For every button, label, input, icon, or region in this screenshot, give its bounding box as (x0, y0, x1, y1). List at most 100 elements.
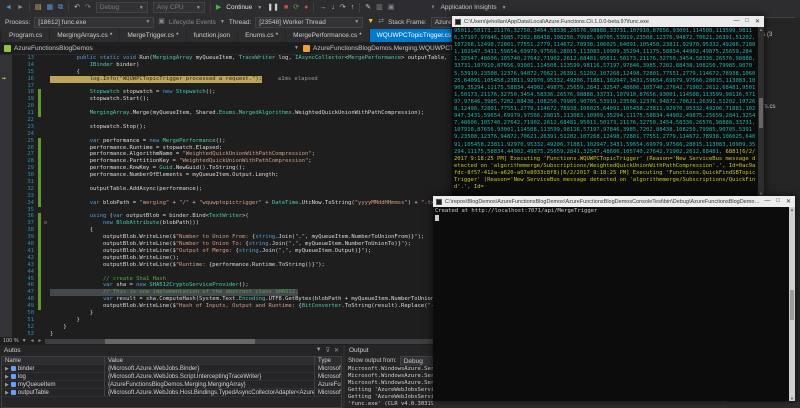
fold-margin[interactable] (41, 76, 50, 83)
zoom-dropdown-caret[interactable]: ▼ (22, 338, 27, 344)
fold-margin[interactable] (41, 158, 50, 165)
fold-margin[interactable] (41, 89, 50, 96)
fold-margin[interactable] (41, 255, 50, 262)
fold-margin[interactable] (41, 248, 50, 255)
console1-title-bar[interactable]: C:\Users\jehollan\AppData\Local\Azure.Fu… (452, 16, 764, 27)
restart-icon[interactable]: ⟳ (293, 4, 299, 12)
code-text[interactable]: var performance = new MergePerformance()… (50, 138, 226, 145)
pin-icon[interactable]: ⊽ (326, 347, 330, 354)
fold-margin[interactable]: ⊟ (41, 220, 50, 227)
fold-margin[interactable] (41, 117, 50, 124)
fold-margin[interactable] (41, 138, 50, 145)
application-insights-caret[interactable]: ▼ (502, 5, 507, 11)
bookmark-icon[interactable]: ▣ (388, 4, 395, 12)
expand-icon[interactable]: ▶ (5, 373, 9, 380)
code-text[interactable]: performance.PartitionKey = "WeightedQuic… (50, 158, 312, 165)
code-text[interactable]: stopwatch.Start(); (50, 96, 149, 103)
code-text[interactable]: outputBlob.WriteLine(); (50, 255, 179, 262)
continue-dropdown-caret[interactable]: ▼ (257, 5, 262, 11)
code-text[interactable]: outputBlob.WriteLine($"Number to Union T… (50, 241, 411, 248)
project-dropdown[interactable]: AzureFunctionsBlogDemos ▼ (4, 45, 299, 52)
code-text[interactable]: performance.RowKey = Guid.NewGuid().ToSt… (50, 165, 245, 172)
flag-threads-icon[interactable]: ⇄ (378, 18, 384, 26)
fold-margin[interactable] (41, 193, 50, 200)
editor-zoom-level[interactable]: 100 % (3, 338, 19, 344)
fold-margin[interactable] (41, 200, 50, 207)
fold-margin[interactable] (41, 289, 50, 296)
autos-row-log[interactable]: ▶log{Microsoft.Azure.WebJobs.Script.Inte… (2, 373, 341, 381)
autos-col-type[interactable]: Type (315, 357, 341, 364)
window-position-caret-icon[interactable]: ▼ (316, 347, 322, 354)
code-text[interactable]: public static void Run(MergingArray myQu… (50, 55, 447, 62)
code-text[interactable]: performance.AlgorithmName = "WeightedQui… (50, 151, 315, 158)
tab-Enums.cs[interactable]: Enums.cs* (238, 29, 285, 42)
scroll-right-icon[interactable]: ► (38, 337, 43, 345)
continue-icon[interactable]: ▶ (216, 4, 221, 12)
autos-row-outputTable[interactable]: ▶outputTable{Microsoft.Azure.WebJobs.Hos… (2, 389, 341, 397)
fold-margin[interactable] (41, 179, 50, 186)
fold-margin[interactable] (41, 172, 50, 179)
fold-margin[interactable] (41, 213, 50, 220)
code-text[interactable]: { (50, 227, 93, 234)
tab-function.json[interactable]: function.json (187, 29, 238, 42)
application-insights-button[interactable]: Application Insights (441, 4, 497, 11)
minimize-icon[interactable]: — (764, 198, 770, 205)
fold-margin[interactable] (41, 276, 50, 283)
fold-margin[interactable] (41, 165, 50, 172)
stop-debugging-icon[interactable]: ■ (284, 4, 288, 12)
code-text[interactable]: MergingArray.Merge(myQueueItem, Shared.E… (50, 110, 424, 117)
continue-button[interactable]: Continue (226, 4, 252, 11)
code-text[interactable]: } (50, 324, 67, 331)
console1-output-text[interactable]: 95011,50173,21176,32750,3454,58336,26576… (452, 27, 758, 196)
code-text[interactable]: // This is one implementation of the abs… (50, 289, 298, 296)
scroll-left-icon[interactable]: ◄ (30, 337, 35, 345)
expand-icon[interactable]: ▶ (5, 365, 9, 372)
fold-margin[interactable] (41, 227, 50, 234)
code-text[interactable]: stopwatch.Stop(); (50, 124, 146, 131)
code-text[interactable]: new BlobAttribute(blobPath))) (50, 220, 199, 227)
tab-MergeTrigger.cs[interactable]: MergeTrigger.cs* (120, 29, 185, 42)
tab-MergingArrays.cs[interactable]: MergingArrays.cs* (50, 29, 119, 42)
minimize-icon[interactable]: — (733, 18, 739, 25)
fold-margin[interactable] (41, 262, 50, 269)
edit-icon[interactable]: ✎ (365, 4, 371, 12)
horizontal-scrollbar-thumb[interactable] (105, 339, 255, 344)
tab-Program.cs[interactable]: Program.cs (2, 29, 49, 42)
autos-row-binder[interactable]: ▶binder{Microsoft.Azure.WebJobs.Binder}M… (2, 365, 341, 373)
breakpoint-icon[interactable]: ● (304, 4, 308, 12)
code-text[interactable]: outputBlob.WriteLine($"Runtime: {perform… (50, 262, 325, 269)
thread-dropdown[interactable]: [23548] Worker Thread▼ (255, 17, 363, 28)
code-text[interactable]: outputBlob.WriteLine($"Hash of Inputs, O… (50, 303, 451, 310)
platform-dropdown[interactable]: Any CPU▼ (153, 2, 205, 13)
fold-margin[interactable] (41, 131, 50, 138)
console2-scrollbar[interactable]: ▲▼ (789, 207, 795, 401)
step-into-icon[interactable]: ↓ (331, 4, 335, 12)
document-outline-icon[interactable]: ▥ (376, 4, 383, 12)
tab-WQUWPCTopicTrigger.cs[interactable]: WQUWPCTopicTrigger.cs (370, 29, 459, 42)
console1-scrollbar[interactable]: ▲▼ (758, 27, 764, 196)
code-text[interactable]: log.Info("WQUWPCTopicTrigger processed a… (50, 76, 262, 83)
code-text[interactable]: performance.NumberOfElements = myQueueIt… (50, 172, 279, 179)
console2-title-bar[interactable]: C:\repos\BlogDemos\AzureFunctionsBlogDem… (433, 196, 795, 207)
fold-margin[interactable] (41, 296, 50, 303)
process-dropdown[interactable]: [18612] func.exe▼ (34, 17, 154, 28)
fold-margin[interactable] (41, 324, 50, 331)
fold-margin[interactable] (41, 62, 50, 69)
fold-margin[interactable] (41, 55, 50, 62)
code-text[interactable]: Stopwatch stopwatch = new Stopwatch(); (50, 89, 216, 96)
fold-margin[interactable] (41, 124, 50, 131)
code-text[interactable]: var blobPath = "merging" + "/" + "wquwpt… (50, 200, 444, 207)
fold-margin[interactable] (41, 303, 50, 310)
console-test-window[interactable]: C:\repos\BlogDemos\AzureFunctionsBlogDem… (433, 196, 795, 401)
code-text[interactable]: // create Sha1 Hash (50, 276, 166, 283)
fold-margin[interactable] (41, 317, 50, 324)
open-file-icon[interactable]: ▤ (35, 4, 42, 12)
break-all-icon[interactable]: ❚❚ (267, 4, 279, 12)
code-text[interactable]: performance.Runtime = stopwatch.Elapsed; (50, 145, 222, 152)
fold-margin[interactable] (41, 103, 50, 110)
show-next-statement-icon[interactable]: → (319, 4, 326, 12)
code-text[interactable]: var sha = new SHA512CryptoServiceProvide… (50, 282, 249, 289)
fold-margin[interactable] (41, 83, 50, 90)
save-all-icon[interactable]: ⧉ (58, 4, 63, 12)
close-icon[interactable]: ✕ (334, 347, 339, 354)
